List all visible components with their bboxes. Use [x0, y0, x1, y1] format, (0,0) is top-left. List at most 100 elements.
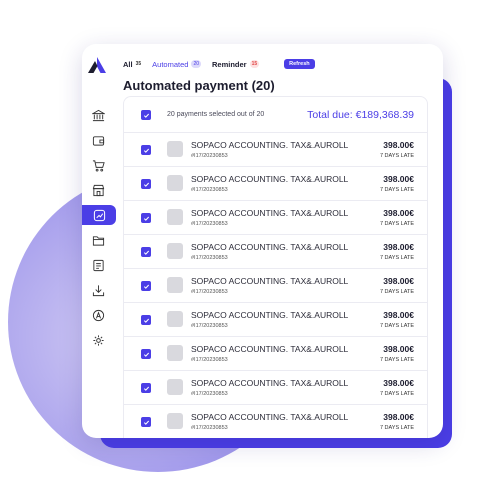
row-checkbox[interactable] — [141, 315, 151, 325]
folder-icon[interactable] — [88, 230, 108, 250]
vendor-name: SOPACO ACCOUNTING. TAX&.AUROLL — [191, 310, 349, 320]
row-checkbox[interactable] — [141, 213, 151, 223]
payment-amount: 398.00€ — [383, 242, 414, 252]
tab-reminder-label: Reminder — [212, 59, 247, 69]
table-row[interactable]: SOPACO ACCOUNTING. TAX&.AUROLL #I17/20230… — [124, 303, 427, 337]
check-icon — [143, 284, 149, 289]
row-checkbox[interactable] — [141, 145, 151, 155]
payment-amount: 398.00€ — [383, 208, 414, 218]
selected-count-text: 20 payments selected out of 20 — [167, 111, 265, 118]
row-checkbox[interactable] — [141, 179, 151, 189]
table-row[interactable]: SOPACO ACCOUNTING. TAX&.AUROLL #I17/20230… — [124, 235, 427, 269]
a-badge-icon[interactable] — [88, 305, 108, 325]
tab-reminder[interactable]: Reminder 15 — [212, 59, 260, 69]
late-status: 7 DAYS LATE — [379, 357, 414, 363]
invoice-ref: #I17/20230853 — [191, 357, 228, 363]
row-checkbox[interactable] — [141, 417, 151, 427]
table-row[interactable]: SOPACO ACCOUNTING. TAX&.AUROLL #I17/20230… — [124, 405, 427, 438]
invoice-ref: #I17/20230853 — [191, 391, 228, 397]
payment-amount: 398.00€ — [383, 174, 414, 184]
filter-tabs: All 35 Automated 20 Reminder 15 Refresh — [123, 57, 315, 71]
vendor-thumbnail — [167, 311, 183, 327]
table-row[interactable]: SOPACO ACCOUNTING. TAX&.AUROLL #I17/20230… — [124, 201, 427, 235]
row-checkbox[interactable] — [141, 247, 151, 257]
vendor-thumbnail — [167, 345, 183, 361]
row-checkbox[interactable] — [141, 383, 151, 393]
late-status: 7 DAYS LATE — [379, 221, 414, 227]
late-status: 7 DAYS LATE — [379, 153, 414, 159]
check-icon — [143, 216, 149, 221]
sidebar — [82, 44, 116, 438]
invoice-ref: #I17/20230853 — [191, 289, 228, 295]
vendor-thumbnail — [167, 379, 183, 395]
invoice-ref: #I17/20230853 — [191, 255, 228, 261]
vendor-thumbnail — [167, 175, 183, 191]
late-status: 7 DAYS LATE — [379, 255, 414, 261]
summary-row: 20 payments selected out of 20 Total due… — [124, 97, 427, 133]
check-icon — [143, 113, 149, 118]
table-row[interactable]: SOPACO ACCOUNTING. TAX&.AUROLL #I17/20230… — [124, 269, 427, 303]
check-icon — [143, 318, 149, 323]
vendor-name: SOPACO ACCOUNTING. TAX&.AUROLL — [191, 174, 349, 184]
tab-automated[interactable]: Automated 20 — [152, 60, 201, 69]
invoice-ref: #I17/20230853 — [191, 425, 228, 431]
document-icon[interactable] — [88, 255, 108, 275]
vendor-thumbnail — [167, 413, 183, 429]
vendor-name: SOPACO ACCOUNTING. TAX&.AUROLL — [191, 276, 349, 286]
invoice-ref: #I17/20230853 — [191, 221, 228, 227]
table-row[interactable]: SOPACO ACCOUNTING. TAX&.AUROLL #I17/20230… — [124, 337, 427, 371]
vendor-thumbnail — [167, 277, 183, 293]
download-icon[interactable] — [88, 280, 108, 300]
tab-automated-label: Automated — [152, 59, 189, 69]
vendor-thumbnail — [167, 209, 183, 225]
gear-icon[interactable] — [88, 330, 108, 350]
tab-all[interactable]: All 35 — [123, 60, 141, 69]
tab-automated-count: 20 — [191, 60, 201, 68]
late-status: 7 DAYS LATE — [379, 391, 414, 397]
vendor-name: SOPACO ACCOUNTING. TAX&.AUROLL — [191, 412, 349, 422]
chart-icon[interactable] — [82, 205, 116, 225]
vendor-thumbnail — [167, 141, 183, 157]
payment-amount: 398.00€ — [383, 276, 414, 286]
tab-all-count: 35 — [135, 61, 142, 67]
check-icon — [143, 148, 149, 153]
vendor-name: SOPACO ACCOUNTING. TAX&.AUROLL — [191, 140, 349, 150]
check-icon — [143, 182, 149, 187]
check-icon — [143, 250, 149, 255]
vendor-thumbnail — [167, 243, 183, 259]
total-due: Total due: €189,368.39 — [307, 109, 414, 121]
invoice-ref: #I17/20230853 — [191, 323, 228, 329]
select-all-checkbox[interactable] — [141, 110, 151, 120]
payment-amount: 398.00€ — [383, 344, 414, 354]
payments-panel: 20 payments selected out of 20 Total due… — [123, 96, 428, 438]
late-status: 7 DAYS LATE — [379, 323, 414, 329]
row-checkbox[interactable] — [141, 349, 151, 359]
wallet-icon[interactable] — [88, 130, 108, 150]
vendor-name: SOPACO ACCOUNTING. TAX&.AUROLL — [191, 242, 349, 252]
payment-amount: 398.00€ — [383, 378, 414, 388]
page-title: Automated payment (20) — [123, 78, 275, 93]
check-icon — [143, 420, 149, 425]
payment-amount: 398.00€ — [383, 412, 414, 422]
invoice-ref: #I17/20230853 — [191, 153, 228, 159]
app-logo — [88, 57, 106, 73]
bank-icon[interactable] — [88, 105, 108, 125]
app-window: All 35 Automated 20 Reminder 15 Refresh … — [82, 44, 443, 438]
table-row[interactable]: SOPACO ACCOUNTING. TAX&.AUROLL #I17/20230… — [124, 371, 427, 405]
payment-amount: 398.00€ — [383, 310, 414, 320]
late-status: 7 DAYS LATE — [379, 289, 414, 295]
invoice-ref: #I17/20230853 — [191, 187, 228, 193]
check-icon — [143, 352, 149, 357]
table-row[interactable]: SOPACO ACCOUNTING. TAX&.AUROLL #I17/20230… — [124, 133, 427, 167]
table-row[interactable]: SOPACO ACCOUNTING. TAX&.AUROLL #I17/20230… — [124, 167, 427, 201]
check-icon — [143, 386, 149, 391]
late-status: 7 DAYS LATE — [379, 425, 414, 431]
store-icon[interactable] — [88, 180, 108, 200]
vendor-name: SOPACO ACCOUNTING. TAX&.AUROLL — [191, 208, 349, 218]
row-checkbox[interactable] — [141, 281, 151, 291]
vendor-name: SOPACO ACCOUNTING. TAX&.AUROLL — [191, 378, 349, 388]
tab-reminder-count: 15 — [249, 60, 260, 68]
vendor-name: SOPACO ACCOUNTING. TAX&.AUROLL — [191, 344, 349, 354]
cart-icon[interactable] — [88, 155, 108, 175]
refresh-button[interactable]: Refresh — [284, 59, 315, 69]
